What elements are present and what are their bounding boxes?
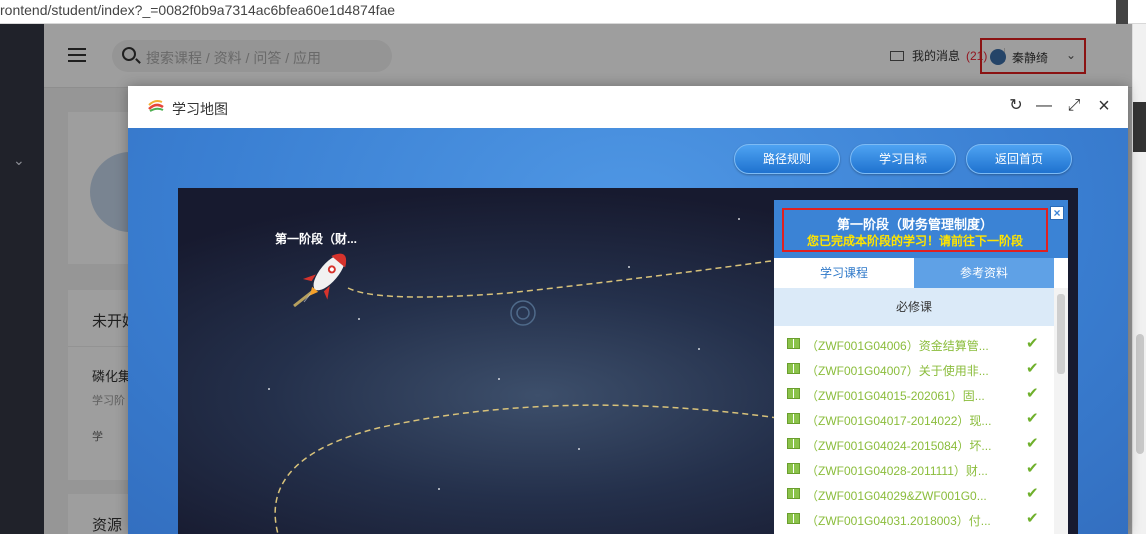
panel-header: 第一阶段（财务管理制度） 您已完成本阶段的学习！请前往下一阶段 ×	[774, 200, 1068, 258]
list-item[interactable]: （ZWF001G04007）关于使用非... ✔	[774, 357, 1054, 382]
page-scrollbar[interactable]	[1132, 24, 1146, 534]
list-item[interactable]: （ZWF001G04031.2018003）付... ✔	[774, 507, 1054, 532]
star	[498, 378, 500, 380]
book-icon	[787, 438, 800, 449]
panel-scrollbar[interactable]	[1054, 288, 1068, 534]
book-icon	[787, 488, 800, 499]
star	[738, 218, 740, 220]
close-icon[interactable]: ×	[1094, 96, 1114, 116]
star	[268, 388, 270, 390]
course-list: （ZWF001G04006）资金结算管... ✔ （ZWF001G04007）关于…	[774, 332, 1054, 532]
completion-message: 您已完成本阶段的学习！请前往下一阶段	[806, 234, 1023, 248]
close-icon[interactable]: ×	[1050, 206, 1064, 220]
star	[438, 488, 440, 490]
scrollbar-thumb[interactable]	[1136, 334, 1144, 454]
course-name[interactable]: （ZWF001G04031.2018003）付...	[806, 512, 991, 529]
check-icon: ✔	[1026, 485, 1039, 502]
course-name[interactable]: （ZWF001G04017-2014022）现...	[806, 412, 991, 429]
check-icon: ✔	[1026, 435, 1039, 452]
route-rules-button[interactable]: 路径规则	[734, 144, 840, 174]
list-item[interactable]: （ZWF001G04015-202061）固... ✔	[774, 382, 1054, 407]
planet-icon	[510, 300, 536, 326]
browser-url-bar[interactable]: rontend/student/index?_=0082f0b9a7314ac6…	[0, 0, 1146, 24]
dialog-title: 学习地图	[172, 101, 228, 117]
check-icon: ✔	[1026, 335, 1039, 352]
scrollbar-thumb[interactable]	[1057, 294, 1065, 374]
book-icon	[787, 413, 800, 424]
list-item[interactable]: （ZWF001G04028-2011111）财... ✔	[774, 457, 1054, 482]
tab-learning-courses[interactable]: 学习课程	[774, 258, 914, 288]
book-icon	[787, 388, 800, 399]
browser-edge	[1116, 0, 1128, 24]
learning-map-dialog: 学习地图 ↻ — ⤢ × 路径规则 学习目标 返回首页 第一阶段（财... 第一…	[128, 86, 1128, 534]
course-name[interactable]: （ZWF001G04006）资金结算管...	[806, 337, 989, 354]
learning-goal-button[interactable]: 学习目标	[850, 144, 956, 174]
maximize-icon[interactable]: ⤢	[1064, 96, 1084, 116]
minimize-icon[interactable]: —	[1034, 96, 1054, 116]
book-icon	[787, 463, 800, 474]
course-name[interactable]: （ZWF001G04029&ZWF001G0...	[806, 487, 987, 504]
check-icon: ✔	[1026, 360, 1039, 377]
book-icon	[787, 338, 800, 349]
course-name[interactable]: （ZWF001G04024-2015084）坏...	[806, 437, 991, 454]
chevron-down-icon[interactable]: ⌄	[13, 152, 25, 169]
dialog-header: 学习地图 ↻ — ⤢ ×	[128, 86, 1128, 128]
check-icon: ✔	[1026, 385, 1039, 402]
list-item[interactable]: （ZWF001G04017-2014022）现... ✔	[774, 407, 1054, 432]
book-icon	[787, 363, 800, 374]
dialog-body: 路径规则 学习目标 返回首页 第一阶段（财... 第一阶段（财务管理制度） 您已…	[128, 128, 1128, 534]
course-name[interactable]: （ZWF001G04015-202061）固...	[806, 387, 985, 404]
star	[698, 348, 700, 350]
check-icon: ✔	[1026, 460, 1039, 477]
check-icon: ✔	[1026, 410, 1039, 427]
list-item[interactable]: （ZWF001G04029&ZWF001G0... ✔	[774, 482, 1054, 507]
list-item[interactable]: （ZWF001G04006）资金结算管... ✔	[774, 332, 1054, 357]
course-name[interactable]: （ZWF001G04007）关于使用非...	[806, 362, 989, 379]
stage-title: 第一阶段（财务管理制度）	[836, 217, 993, 232]
book-icon	[787, 513, 800, 524]
star	[628, 266, 630, 268]
rocket-icon[interactable]	[282, 244, 362, 314]
highlight-box: 第一阶段（财务管理制度） 您已完成本阶段的学习！请前往下一阶段	[782, 208, 1048, 252]
list-item[interactable]: （ZWF001G04024-2015084）坏... ✔	[774, 432, 1054, 457]
map-logo-icon	[148, 100, 164, 112]
stage-detail-panel: 第一阶段（财务管理制度） 您已完成本阶段的学习！请前往下一阶段 × 学习课程 参…	[774, 200, 1068, 534]
tab-reference-materials[interactable]: 参考资料	[914, 258, 1054, 288]
star	[358, 318, 360, 320]
scroll-edge	[1133, 102, 1146, 152]
back-home-button[interactable]: 返回首页	[966, 144, 1072, 174]
section-required: 必修课	[774, 288, 1054, 326]
course-name[interactable]: （ZWF001G04028-2011111）财...	[806, 462, 988, 479]
check-icon: ✔	[1026, 510, 1039, 527]
left-rail: ⌄	[0, 24, 44, 534]
star	[578, 448, 580, 450]
panel-tabs: 学习课程 参考资料	[774, 258, 1054, 288]
url-text[interactable]: rontend/student/index?_=0082f0b9a7314ac6…	[0, 2, 395, 18]
refresh-icon[interactable]: ↻	[1006, 96, 1026, 116]
